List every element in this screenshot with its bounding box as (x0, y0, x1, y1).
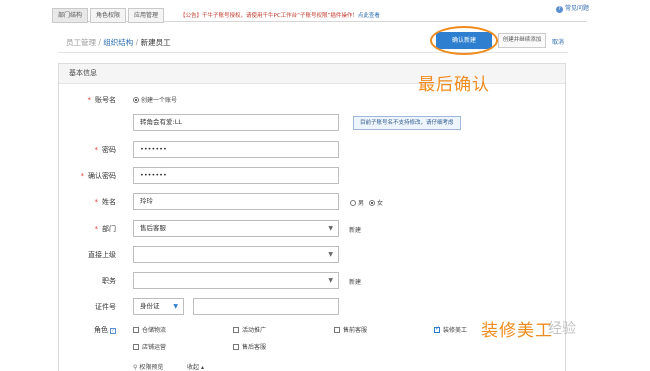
role-checkbox-promotion[interactable]: 活动推广 (233, 325, 266, 334)
role-label-text: 仓储物流 (142, 327, 167, 334)
gender-female-label: 女 (377, 200, 384, 207)
department-label: * 部门 (94, 225, 117, 233)
breadcrumb-bar: 员工管理 / 组织结构 / 新建员工 确认新建 创建并继续添加 取消 (58, 26, 568, 55)
breadcrumb: 员工管理 / 组织结构 / 新建员工 (66, 37, 171, 48)
gender-male-label: 男 (358, 200, 365, 207)
role-label-text: 装修美工 (443, 327, 468, 334)
password-input[interactable]: ••••••• (133, 141, 339, 158)
create-account-radio[interactable]: 创建一个账号 (133, 95, 177, 104)
radio-icon (369, 200, 375, 206)
breadcrumb-org-structure[interactable]: 组织结构 (103, 38, 133, 47)
create-and-add-button[interactable]: 创建并继续添加 (498, 33, 546, 48)
confirm-password-input[interactable]: ••••••• (133, 167, 339, 184)
account-label: * 账号名 (87, 96, 117, 104)
department-select[interactable]: 售后客服 ▼ (133, 220, 339, 237)
question-icon: ? (556, 6, 563, 13)
notice-banner: 【公告】千牛子账号授权，请使用千牛PC工作台“子账号权限”插件操作！点此查看 (180, 11, 380, 19)
top-tab-bar: 部门结构 角色权限 应用管理 【公告】千牛子账号授权，请使用千牛PC工作台“子账… (52, 6, 587, 23)
annotation-confirm-hint: 最后确认 (418, 75, 490, 95)
tab-role-permission[interactable]: 角色权限 (90, 8, 126, 23)
tab-department-structure[interactable]: 部门结构 (52, 8, 88, 23)
new-position-link[interactable]: 新建 (349, 277, 361, 286)
breadcrumb-separator: / (133, 38, 141, 47)
role-checkbox-designer[interactable]: 装修美工 (434, 325, 467, 334)
superior-label: 直接上级 (88, 251, 116, 259)
checkbox-checked-icon (434, 325, 440, 333)
account-tip: 目前子账号名不支持修改，请仔细考虑 (353, 116, 461, 130)
breadcrumb-staff-management[interactable]: 员工管理 (66, 38, 96, 47)
create-account-label: 创建一个账号 (141, 97, 178, 104)
role-checkbox-warehouse[interactable]: 仓储物流 (133, 325, 166, 334)
role-checkbox-aftersales[interactable]: 售后客服 (233, 342, 266, 351)
question-icon[interactable]: ? (110, 328, 116, 334)
confirm-password-label: * 确认密码 (80, 172, 117, 180)
highlight-circle (430, 26, 498, 55)
collapse-link[interactable]: 收起 ▴ (187, 362, 204, 371)
id-number-label: 证件号 (95, 303, 116, 311)
checkbox-icon (133, 327, 139, 333)
role-label-text: 售后客服 (242, 344, 267, 351)
checkbox-icon (133, 344, 139, 350)
role-label-text: 活动推广 (242, 327, 267, 334)
role-label-text: 售前客服 (343, 327, 368, 334)
role-checkbox-presales[interactable]: 售前客服 (334, 325, 367, 334)
account-input[interactable]: 转角会有爱:LL (133, 114, 339, 131)
cancel-button[interactable]: 取消 (552, 37, 564, 46)
checkbox-icon (334, 327, 340, 333)
tab-app-management[interactable]: 应用管理 (128, 8, 164, 23)
role-checkbox-operations[interactable]: 店铺运营 (133, 342, 166, 351)
role-label: 角色? (94, 326, 116, 334)
name-label: * 姓名 (94, 198, 117, 206)
notice-text: 【公告】千牛子账号授权，请使用千牛PC工作台“子账号权限”插件操作！ (180, 13, 358, 19)
help-label: 常见问题 (565, 5, 590, 12)
new-department-link[interactable]: 新建 (349, 225, 361, 234)
breadcrumb-current: 新建员工 (140, 38, 171, 47)
chevron-down-icon: ▼ (173, 303, 178, 310)
gender-female-radio[interactable]: 女 (369, 198, 383, 207)
notice-link[interactable]: 点此查看 (358, 13, 380, 19)
superior-select[interactable]: ▼ (133, 246, 339, 263)
radio-icon (133, 97, 139, 103)
role-label-text: 店铺运营 (142, 344, 167, 351)
checkbox-icon (233, 327, 239, 333)
gender-male-radio[interactable]: 男 (350, 198, 364, 207)
password-label: * 密码 (94, 146, 117, 154)
permission-preview[interactable]: ⚲ 权限预览 (133, 362, 163, 371)
collapse-label: 收起 (187, 364, 200, 371)
search-icon: ⚲ (133, 364, 138, 371)
watermark: 经验 (548, 321, 576, 337)
permission-preview-label: 权限预览 (139, 364, 164, 371)
position-label: 职务 (102, 277, 116, 285)
id-type-value: 身份证 (140, 302, 160, 310)
help-link[interactable]: ? 常见问题 (556, 3, 589, 13)
checkbox-icon (233, 344, 239, 350)
chevron-up-icon: ▴ (200, 364, 204, 371)
position-select[interactable]: ▼ (133, 272, 339, 289)
chevron-down-icon: ▼ (328, 251, 333, 258)
radio-icon (350, 200, 356, 206)
annotation-role-hint: 装修美工 (481, 321, 553, 341)
id-number-input[interactable] (193, 298, 339, 315)
chevron-down-icon: ▼ (328, 225, 333, 232)
name-input[interactable]: 玲玲 (133, 193, 339, 210)
department-value: 售后客服 (140, 224, 166, 232)
chevron-down-icon: ▼ (328, 277, 333, 284)
id-type-select[interactable]: 身份证 ▼ (133, 298, 184, 315)
